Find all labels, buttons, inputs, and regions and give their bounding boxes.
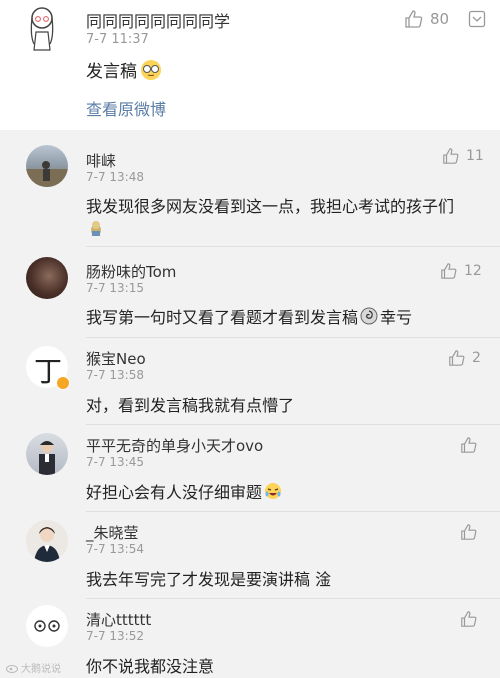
thumbs-up-icon (443, 148, 459, 164)
thumbs-up-icon (449, 350, 465, 366)
commenter-avatar[interactable] (26, 433, 68, 475)
comment-like-button[interactable] (460, 435, 478, 455)
fox-emoji-icon (88, 219, 104, 241)
post-text-content: 发言稿 (86, 62, 137, 82)
comment-like-count: 2 (472, 350, 481, 366)
comment-like-button[interactable] (460, 609, 478, 629)
commenter-name[interactable]: 猴宝Neo (86, 348, 146, 369)
thumbs-up-icon (461, 611, 477, 627)
comment-text: 对，看到发言稿我就有点懵了 (86, 396, 295, 415)
comment-like-button[interactable] (460, 522, 478, 542)
view-original-link[interactable]: 查看原微博 (86, 96, 166, 120)
comment-item: 清心tttttt 7-7 13:52 你不说我都没注意 (0, 599, 500, 678)
comment-text: 我发现很多网友没看到这一点，我担心考试的孩子们 (86, 197, 455, 216)
thumbs-up-icon (461, 437, 477, 453)
post-author-avatar[interactable] (26, 6, 58, 52)
comment-text: 好担心会有人没仔细审题 (86, 479, 282, 503)
laughing-emoji-icon (265, 483, 282, 499)
comment-like-button[interactable]: 11 (442, 146, 484, 166)
comment-like-button[interactable]: 12 (440, 261, 482, 281)
comment-text-main: 我写第一句时又看了看题才看到发言稿 (86, 308, 359, 327)
comment-text: 我写第一句时又看了看题才看到发言稿 幸亏 (86, 304, 412, 328)
commenter-avatar[interactable]: 丁 (26, 346, 70, 390)
comment-text-after: 幸亏 (380, 308, 413, 327)
dizzy-emoji-icon (360, 307, 378, 325)
commenter-avatar[interactable] (26, 145, 68, 187)
post-like-count: 80 (430, 10, 450, 28)
commenter-name[interactable]: _朱晓莹 (86, 522, 139, 543)
thumbs-up-icon (461, 524, 477, 540)
comment-time: 7-7 13:54 (86, 542, 144, 556)
comment-text: 你不说我都没注意 (86, 657, 215, 676)
comment-item: 肠粉味的Tom 7-7 13:15 12 我写第一句时又看了看题才看到发言稿 幸… (0, 247, 500, 337)
comment-time: 7-7 13:15 (86, 281, 144, 295)
thumbs-up-icon (405, 10, 423, 28)
comment-time: 7-7 13:58 (86, 368, 144, 382)
commenter-name[interactable]: 平平无奇的单身小天才ovo (86, 435, 263, 456)
watermark: 大鹅说说 (6, 660, 61, 675)
vip-badge-icon (56, 376, 70, 390)
comment-like-button[interactable]: 2 (448, 348, 481, 368)
comment-time: 7-7 13:45 (86, 455, 144, 469)
comment-like-count: 12 (464, 263, 482, 279)
comment-text: 我去年写完了才发现是要演讲稿 淦 (86, 570, 332, 589)
post-text: 发言稿 (86, 57, 162, 82)
commenter-name[interactable]: 肠粉味的Tom (86, 261, 176, 282)
commenter-avatar[interactable] (26, 257, 68, 299)
comment-item: 丁 猴宝Neo 7-7 13:58 2 对，看到发言稿我就有点懵了 (0, 338, 500, 424)
comment-time: 7-7 13:52 (86, 629, 144, 643)
commenter-avatar[interactable] (26, 605, 68, 647)
glasses-emoji-icon (141, 59, 161, 80)
commenter-avatar[interactable] (26, 520, 68, 562)
comment-item: 平平无奇的单身小天才ovo 7-7 13:45 好担心会有人没仔细审题 (0, 425, 500, 511)
post-like-button[interactable]: 80 (404, 9, 449, 29)
comment-item: _朱晓莹 7-7 13:54 我去年写完了才发现是要演讲稿 淦 (0, 512, 500, 598)
comment-item: 啡崃 7-7 13:48 11 我发现很多网友没看到这一点，我担心考试的孩子们 (0, 131, 500, 246)
commenter-name[interactable]: 清心tttttt (86, 609, 151, 630)
weibo-logo-icon (6, 664, 18, 673)
commenter-name[interactable]: 啡崃 (86, 150, 116, 171)
main-post: 同同同同同同同同学 7-7 11:37 80 发言稿 查看原微博 (0, 0, 500, 130)
comment-time: 7-7 13:48 (86, 170, 144, 184)
comment-text-main: 好担心会有人没仔细审题 (86, 483, 263, 502)
thumbs-up-icon (441, 263, 457, 279)
post-author-name[interactable]: 同同同同同同同同学 (86, 8, 230, 32)
comment-like-count: 11 (466, 148, 484, 164)
more-menu-icon[interactable] (468, 10, 486, 32)
watermark-text: 大鹅说说 (21, 664, 61, 675)
post-time: 7-7 11:37 (86, 32, 149, 47)
